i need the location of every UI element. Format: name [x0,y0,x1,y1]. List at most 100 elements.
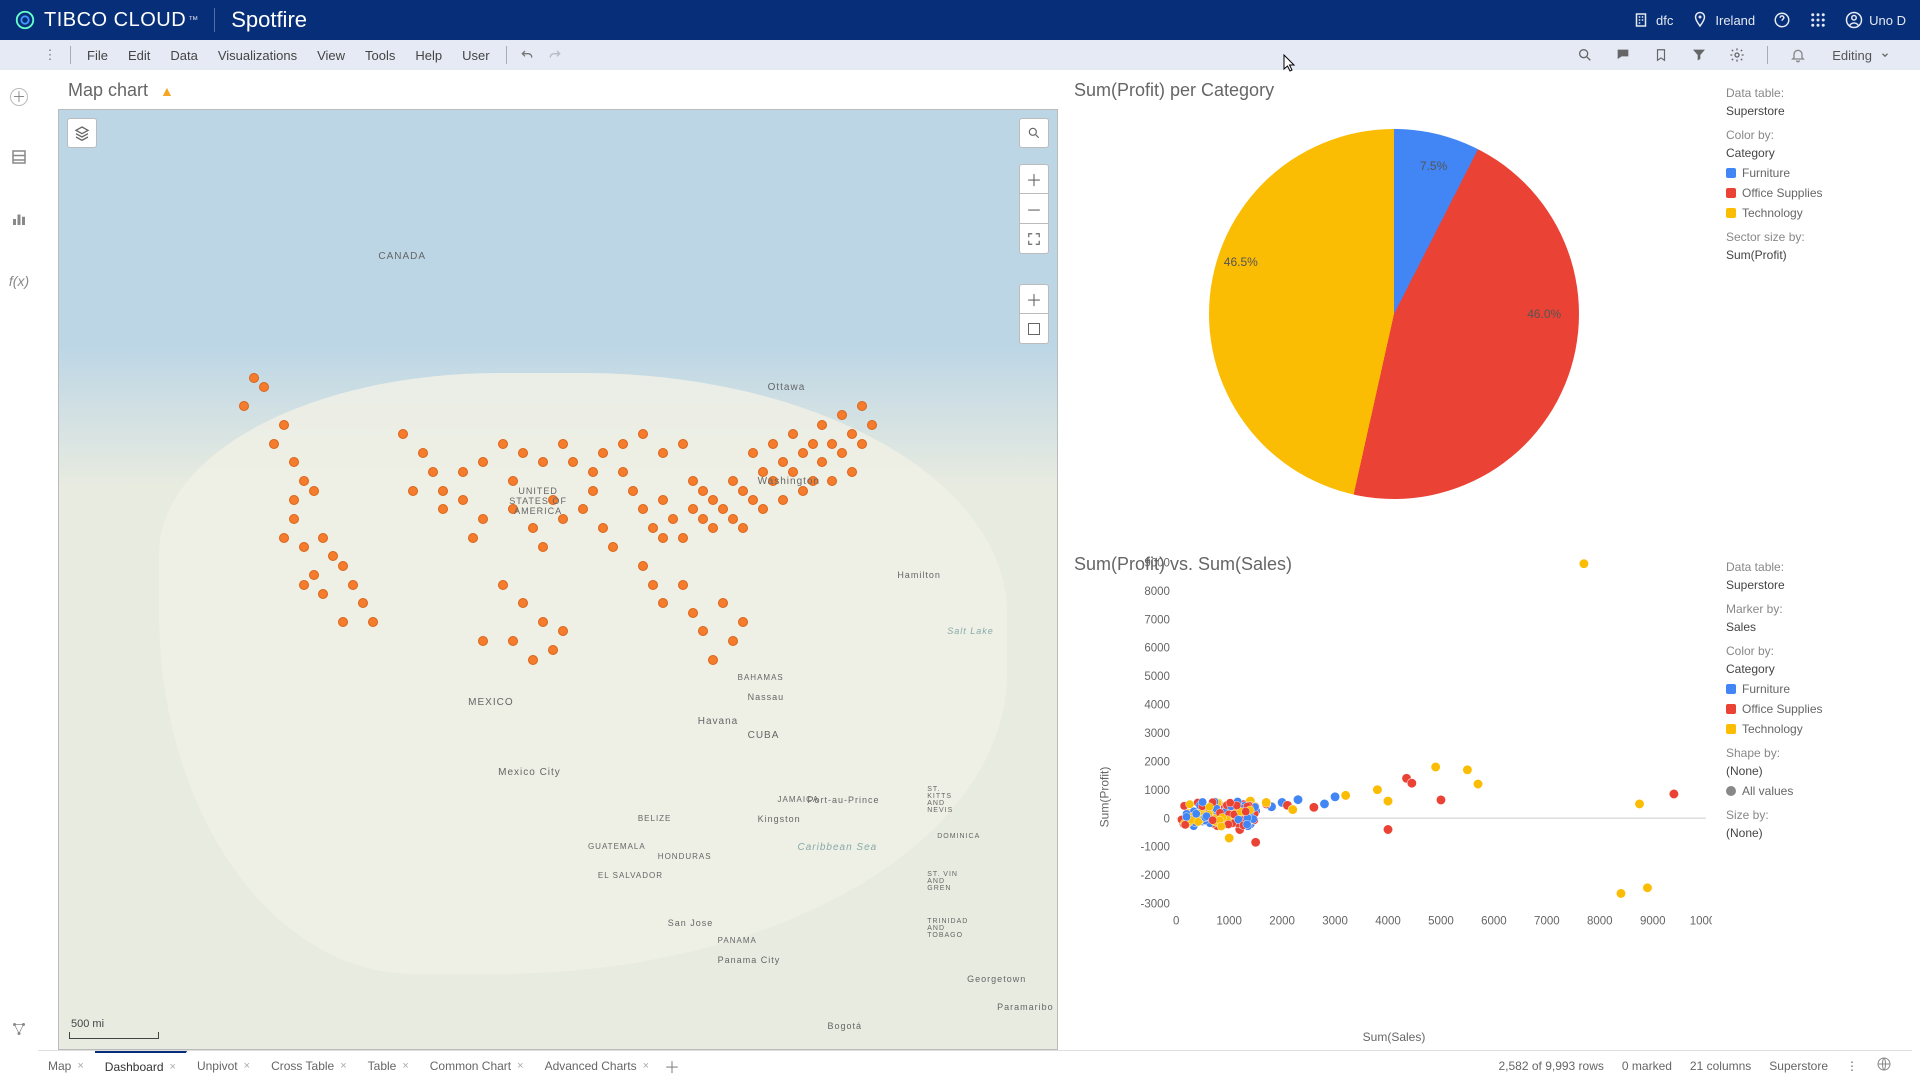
pie-legend: Data table: Superstore Color by: Categor… [1722,70,1912,540]
redo-button[interactable] [547,47,563,63]
map-label-belize: BELIZE [638,814,672,823]
map-label-caribbean: Caribbean Sea [798,842,878,853]
map-label-bahamas: BAHAMAS [738,673,784,682]
bookmark-button[interactable] [1653,47,1669,63]
page-tab[interactable]: Unpivot× [187,1051,261,1080]
page-tab[interactable]: Common Chart× [420,1051,535,1080]
svg-text:0: 0 [1173,915,1179,927]
find-button[interactable] [1577,47,1593,63]
search-icon [1027,126,1041,140]
menu-help[interactable]: Help [405,48,452,63]
map-rect-select[interactable] [1019,314,1049,344]
svg-text:2000: 2000 [1144,756,1170,768]
apps-button[interactable] [1809,11,1827,29]
svg-text:8000: 8000 [1144,586,1170,598]
bookmark-icon [1654,47,1668,63]
add-page-button[interactable]: ＋ [660,1054,684,1078]
user-menu[interactable]: Uno D [1845,11,1906,29]
page-tab[interactable]: Table× [358,1051,420,1080]
fx-button[interactable]: f(x) [8,270,30,292]
map-zoom-out[interactable]: － [1019,194,1049,224]
map-add-marker[interactable]: ＋ [1019,284,1049,314]
legend-item[interactable]: Furniture [1726,164,1908,182]
status-marked: 0 marked [1622,1059,1672,1073]
page-tab[interactable]: Cross Table× [261,1051,358,1080]
close-icon[interactable]: × [340,1060,346,1072]
close-icon[interactable]: × [517,1060,523,1072]
brand-tm: ™ [188,15,198,26]
map-label-usa: UNITED STATES OF AMERICA [498,486,578,516]
map-reset[interactable] [1019,224,1049,254]
mode-switcher[interactable]: Editing [1822,44,1900,66]
filter-button[interactable] [1691,47,1707,63]
svg-text:3000: 3000 [1144,728,1170,740]
close-icon[interactable]: × [402,1060,408,1072]
map-layers-button[interactable] [67,118,97,148]
warning-icon[interactable]: ▲ [160,83,174,99]
legend-item[interactable]: Office Supplies [1726,700,1908,718]
page-tab[interactable]: Map× [38,1051,95,1080]
fullscreen-icon [1027,232,1041,246]
map-label-portauprince: Port-au-Prince [808,795,880,805]
status-menu[interactable]: ⋮ [1846,1059,1858,1073]
org-switcher[interactable]: dfc [1632,11,1673,29]
map-chart[interactable]: CANADA UNITED STATES OF AMERICA MEXICO O… [58,109,1058,1050]
map-label-ottawa: Ottawa [768,382,806,393]
menu-edit[interactable]: Edit [118,48,160,63]
menu-visualizations[interactable]: Visualizations [208,48,307,63]
close-icon[interactable]: × [170,1061,176,1073]
drag-handle-icon[interactable]: ⋮ [42,47,58,63]
comment-button[interactable] [1615,47,1631,63]
map-title-bar: Map chart ▲ [38,70,1058,109]
legend-item[interactable]: Technology [1726,720,1908,738]
status-globe[interactable] [1876,1056,1892,1075]
map-label-trinidad: TRINIDAD AND TOBAGO [927,918,977,939]
map-label-stvincent: ST. VIN AND GREN [927,871,967,892]
close-icon[interactable]: × [77,1060,83,1072]
menu-data[interactable]: Data [160,48,207,63]
mode-label: Editing [1832,48,1872,63]
settings-button[interactable] [1729,47,1745,63]
map-label-panama: PANAMA [718,936,757,945]
legend-item[interactable]: Office Supplies [1726,184,1908,202]
apps-grid-icon [1809,11,1827,29]
menu-tools[interactable]: Tools [355,48,405,63]
svg-text:10000: 10000 [1690,915,1712,927]
comment-icon [1615,47,1631,63]
map-search-button[interactable] [1019,118,1049,148]
svg-text:-1000: -1000 [1141,842,1170,854]
map-label-mexico: MEXICO [468,697,513,708]
menu-view[interactable]: View [307,48,355,63]
close-icon[interactable]: × [244,1060,250,1072]
gear-icon [1729,47,1745,63]
pie-chart[interactable]: 7.5% 46.0% 46.5% [1209,129,1579,499]
map-label-kingston: Kingston [758,814,801,824]
map-zoom-in[interactable]: ＋ [1019,164,1049,194]
page-tab[interactable]: Dashboard× [95,1051,187,1080]
menu-user[interactable]: User [452,48,499,63]
collaboration-button[interactable] [8,1018,30,1040]
brand-cloud: TIBCO CLOUD [44,9,186,32]
close-icon[interactable]: × [643,1060,649,1072]
left-toolbar: ＋ f(x) [0,70,38,1050]
help-button[interactable] [1773,11,1791,29]
location-label: Ireland [1715,13,1755,28]
pie-title: Sum(Profit) per Category [1066,70,1722,109]
legend-item[interactable]: Furniture [1726,680,1908,698]
map-label-sanjose: San Jose [668,918,714,928]
analytics-panel-button[interactable] [8,208,30,230]
notifications-button[interactable] [1790,47,1806,63]
legend-item[interactable]: Technology [1726,204,1908,222]
location-switcher[interactable]: Ireland [1691,11,1755,29]
status-columns: 21 columns [1690,1059,1751,1073]
scatter-chart[interactable]: -3000-2000-10000100020003000400050006000… [1126,556,1712,933]
map-label-cuba: CUBA [748,730,780,741]
page-tab[interactable]: Advanced Charts× [535,1051,661,1080]
undo-button[interactable] [519,47,535,63]
data-panel-button[interactable] [8,146,30,168]
pie-label-office: 46.0% [1527,307,1561,321]
tibco-logo-icon [14,9,36,31]
add-button[interactable]: ＋ [10,88,28,106]
menu-file[interactable]: File [77,48,118,63]
map-label-washington: Washington [758,476,820,487]
